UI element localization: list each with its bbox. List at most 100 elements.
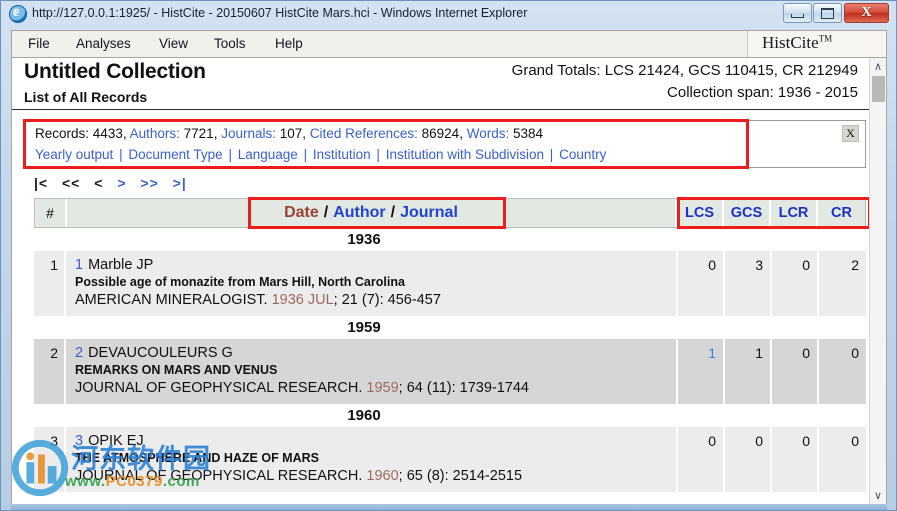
record-title: REMARKS ON MARS AND VENUS [75, 363, 278, 377]
record-title: THE ATMOSPHERE AND HAZE OF MARS [75, 451, 319, 465]
maximize-button[interactable] [813, 3, 842, 23]
comma-3: , [302, 126, 310, 141]
table-row[interactable]: 2 2 DEVAUCOULEURS G REMARKS ON MARS AND V… [34, 338, 866, 404]
stat-records-label: Records: [35, 126, 90, 141]
column-header-lcr[interactable]: LCR [771, 199, 818, 227]
page-prev-block-button[interactable]: << [62, 175, 80, 191]
logo-tm: TM [818, 33, 833, 44]
link-language[interactable]: Language [238, 147, 298, 162]
record-journal: JOURNAL OF GEOPHYSICAL RESEARCH. [75, 380, 363, 396]
link-institution-with-subdivision[interactable]: Institution with Subdivision [386, 147, 544, 162]
record-journal: JOURNAL OF GEOPHYSICAL RESEARCH. [75, 468, 363, 484]
comma-1: , [122, 126, 130, 141]
stat-cited-references-value: 86924 [421, 126, 460, 141]
menu-analyses[interactable]: Analyses [72, 36, 135, 51]
row-number: 3 [34, 427, 66, 492]
score-cr: 2 [819, 251, 866, 316]
summary-panel: Records: 4433, Authors: 7721, Journals: … [24, 120, 866, 168]
records-table: # Date / Author / Journal LCS GCS LCR CR [34, 198, 866, 492]
page-next-button[interactable]: > [117, 175, 126, 191]
record-index-link[interactable]: 1 [75, 257, 83, 273]
page-last-button[interactable]: >| [173, 175, 187, 191]
internet-explorer-icon [9, 4, 27, 23]
stat-cited-references-label[interactable]: Cited References: [310, 126, 418, 141]
browser-content: Untitled Collection List of All Records … [11, 57, 887, 505]
page-first-button[interactable]: |< [34, 175, 48, 191]
stat-authors-value: 7721 [183, 126, 214, 141]
maximize-icon [814, 4, 841, 22]
score-lcr: 0 [772, 339, 819, 404]
slash-1: / [323, 204, 329, 221]
year-group-header: 1959 [34, 316, 866, 338]
histcite-logo-text: HistCiteTM [762, 33, 832, 53]
record-citation: ; 65 (8): 2514-2515 [398, 468, 523, 484]
comma-4: , [459, 126, 467, 141]
score-lcs[interactable]: 1 [678, 339, 725, 404]
record-index-link[interactable]: 3 [75, 433, 83, 449]
row-author-line: 2 DEVAUCOULEURS G [75, 344, 676, 362]
column-header-cr[interactable]: CR [818, 199, 865, 227]
pagination-controls: |< << < > >> >| [34, 175, 196, 191]
year-label: 1959 [347, 318, 381, 336]
menu-tools[interactable]: Tools [210, 36, 250, 51]
minimize-icon [784, 4, 811, 22]
menu-file[interactable]: File [24, 36, 54, 51]
stat-journals-label[interactable]: Journals: [221, 126, 276, 141]
score-gcs: 1 [725, 339, 772, 404]
column-header-lcs[interactable]: LCS [677, 199, 724, 227]
table-row[interactable]: 1 1 Marble JP Possible age of monazite fr… [34, 250, 866, 316]
menu-help[interactable]: Help [271, 36, 307, 51]
stat-records-value: 4433 [92, 126, 123, 141]
table-header-row: # Date / Author / Journal LCS GCS LCR CR [34, 198, 866, 228]
close-summary-button[interactable]: X [842, 125, 859, 142]
scrollbar-thumb[interactable] [872, 76, 885, 102]
sort-by-author-link[interactable]: Author [333, 204, 385, 222]
year-label: 1936 [347, 230, 381, 248]
minimize-button[interactable] [783, 3, 812, 23]
menu-bar: File Analyses View Tools Help HistCiteTM [11, 30, 887, 57]
link-institution[interactable]: Institution [313, 147, 371, 162]
vertical-scrollbar[interactable]: ∧ ∨ [869, 58, 886, 504]
stat-words-value: 5384 [512, 126, 544, 141]
sort-by-date-link[interactable]: Date [284, 204, 319, 222]
record-date: 1960 [366, 468, 399, 484]
link-country[interactable]: Country [559, 147, 606, 162]
link-document-type[interactable]: Document Type [128, 147, 222, 162]
link-yearly-output[interactable]: Yearly output [35, 147, 113, 162]
page-prev-button[interactable]: < [94, 175, 103, 191]
score-cr: 0 [819, 427, 866, 492]
score-cr: 0 [819, 339, 866, 404]
year-label: 1960 [347, 406, 381, 424]
table-row[interactable]: 3 3 OPIK EJ THE ATMOSPHERE AND HAZE OF MA… [34, 426, 866, 492]
stat-words-label[interactable]: Words: [467, 126, 510, 141]
column-header-gcs[interactable]: GCS [724, 199, 771, 227]
score-lcs: 0 [678, 427, 725, 492]
record-index-link[interactable]: 2 [75, 345, 83, 361]
record-date: 1936 JUL [271, 292, 334, 308]
close-button[interactable]: X [844, 3, 889, 23]
score-lcr: 0 [772, 251, 819, 316]
record-source: JOURNAL OF GEOPHYSICAL RESEARCH. 1960; 6… [75, 467, 676, 486]
record-source: JOURNAL OF GEOPHYSICAL RESEARCH. 1959; 6… [75, 379, 676, 398]
record-title: Possible age of monazite from Mars Hill,… [75, 275, 405, 289]
score-gcs: 0 [725, 427, 772, 492]
stat-authors-label[interactable]: Authors: [130, 126, 180, 141]
menu-view[interactable]: View [155, 36, 192, 51]
scroll-down-icon[interactable]: ∨ [870, 487, 886, 504]
score-gcs: 3 [725, 251, 772, 316]
year-group-header: 1936 [34, 228, 866, 250]
record-author: OPIK EJ [88, 433, 144, 449]
sort-by-journal-link[interactable]: Journal [400, 204, 458, 222]
column-header-number: # [35, 199, 67, 227]
row-content: 1 Marble JP Possible age of monazite from… [66, 251, 678, 316]
row-author-line: 3 OPIK EJ [75, 432, 676, 450]
row-content: 2 DEVAUCOULEURS G REMARKS ON MARS AND VEN… [66, 339, 678, 404]
record-date: 1959 [366, 380, 399, 396]
scroll-up-icon[interactable]: ∧ [870, 58, 886, 75]
page-next-block-button[interactable]: >> [140, 175, 158, 191]
histcite-logo: HistCiteTM [747, 31, 886, 57]
summary-stats: Records: 4433, Authors: 7721, Journals: … [35, 126, 543, 141]
browser-window: http://127.0.0.1:1925/ - HistCite - 2015… [0, 0, 897, 511]
row-number: 1 [34, 251, 66, 316]
grand-totals: Grand Totals: LCS 21424, GCS 110415, CR … [511, 62, 858, 79]
